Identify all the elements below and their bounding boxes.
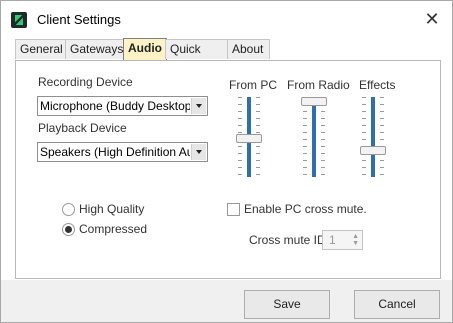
high-quality-radio[interactable] xyxy=(62,203,75,216)
high-quality-label: High Quality xyxy=(79,202,145,216)
recording-device-value: Microphone (Buddy DesktopMic xyxy=(40,99,190,113)
tab-gateways[interactable]: Gateways xyxy=(65,39,124,59)
compressed-radio[interactable] xyxy=(62,223,75,236)
dialog-footer: Save Cancel xyxy=(1,280,452,322)
playback-device-select[interactable]: Speakers (High Definition Audio xyxy=(37,142,208,162)
slider-label-from-pc: From PC xyxy=(229,78,277,92)
slider-label-from-radio: From Radio xyxy=(287,78,350,92)
close-icon[interactable]: ✕ xyxy=(422,9,442,29)
spinner-arrows-icon[interactable]: ▲ ▼ xyxy=(352,233,359,247)
tab-general[interactable]: General xyxy=(15,39,66,59)
slider-ticks xyxy=(380,97,384,177)
slider-track xyxy=(371,97,375,177)
slider-ticks xyxy=(303,97,307,177)
playback-device-value: Speakers (High Definition Audio xyxy=(40,145,190,159)
slider-ticks xyxy=(362,97,366,177)
cross-mute-id-spinner[interactable]: 1 ▲ ▼ xyxy=(322,230,363,250)
chevron-down-icon[interactable] xyxy=(191,144,206,160)
slider-label-effects: Effects xyxy=(359,78,396,92)
title-bar: Client Settings ✕ xyxy=(1,1,452,37)
effects-slider[interactable] xyxy=(358,95,388,179)
slider-ticks xyxy=(321,97,325,177)
tab-about[interactable]: About xyxy=(227,39,270,59)
cancel-button[interactable]: Cancel xyxy=(354,290,440,319)
recording-device-label: Recording Device xyxy=(38,75,133,89)
slider-track xyxy=(312,97,316,177)
app-icon xyxy=(11,12,27,28)
window-title: Client Settings xyxy=(37,12,121,27)
save-button[interactable]: Save xyxy=(244,290,330,319)
audio-panel: Recording Device Microphone (Buddy Deskt… xyxy=(15,60,441,279)
from-radio-slider[interactable] xyxy=(299,95,329,179)
slider-thumb[interactable] xyxy=(236,133,262,143)
slider-thumb[interactable] xyxy=(360,145,386,155)
chevron-down-icon[interactable] xyxy=(191,98,206,114)
cross-mute-id-value: 1 xyxy=(329,233,336,247)
playback-device-label: Playback Device xyxy=(38,121,127,135)
cross-mute-label: Enable PC cross mute. xyxy=(244,202,367,216)
from-pc-slider[interactable] xyxy=(234,95,264,179)
compressed-label: Compressed xyxy=(79,222,148,236)
recording-device-select[interactable]: Microphone (Buddy DesktopMic xyxy=(37,96,208,116)
client-settings-window: Client Settings ✕ General Gateways Audio… xyxy=(0,0,453,323)
cross-mute-id-label: Cross mute ID xyxy=(249,233,326,247)
cross-mute-checkbox[interactable] xyxy=(227,203,240,216)
tab-audio[interactable]: Audio xyxy=(123,38,167,60)
tab-quick-text[interactable]: Quick Text xyxy=(165,39,230,75)
slider-thumb[interactable] xyxy=(301,97,327,106)
